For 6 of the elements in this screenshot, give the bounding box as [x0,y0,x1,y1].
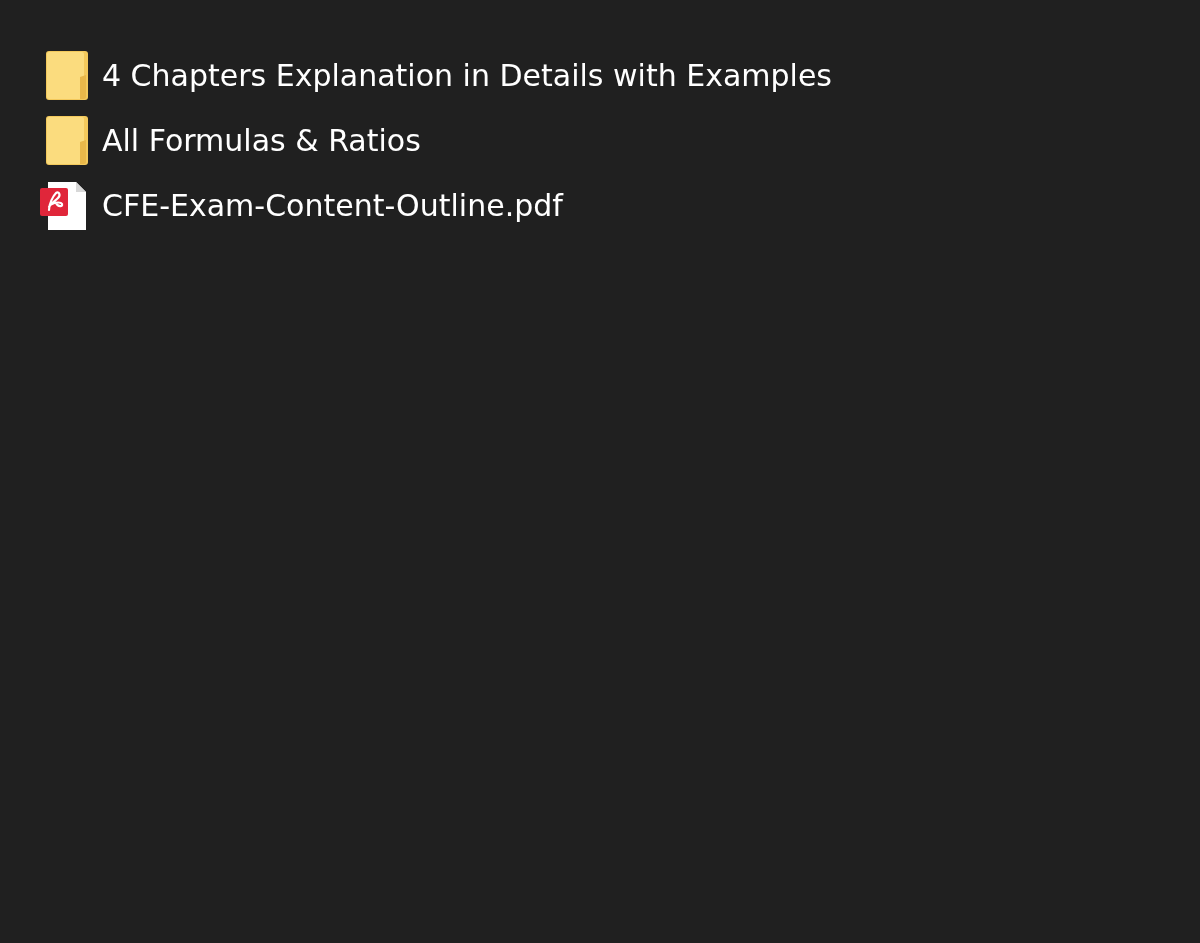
folder-name[interactable]: 4 Chapters Explanation in Details with Examples [102,57,832,94]
folder-icon [46,116,88,165]
pdf-file-icon [40,181,86,230]
file-name[interactable]: CFE-Exam-Content-Outline.pdf [102,187,563,224]
folder-name[interactable]: All Formulas & Ratios [102,122,421,159]
folder-icon [46,51,88,100]
